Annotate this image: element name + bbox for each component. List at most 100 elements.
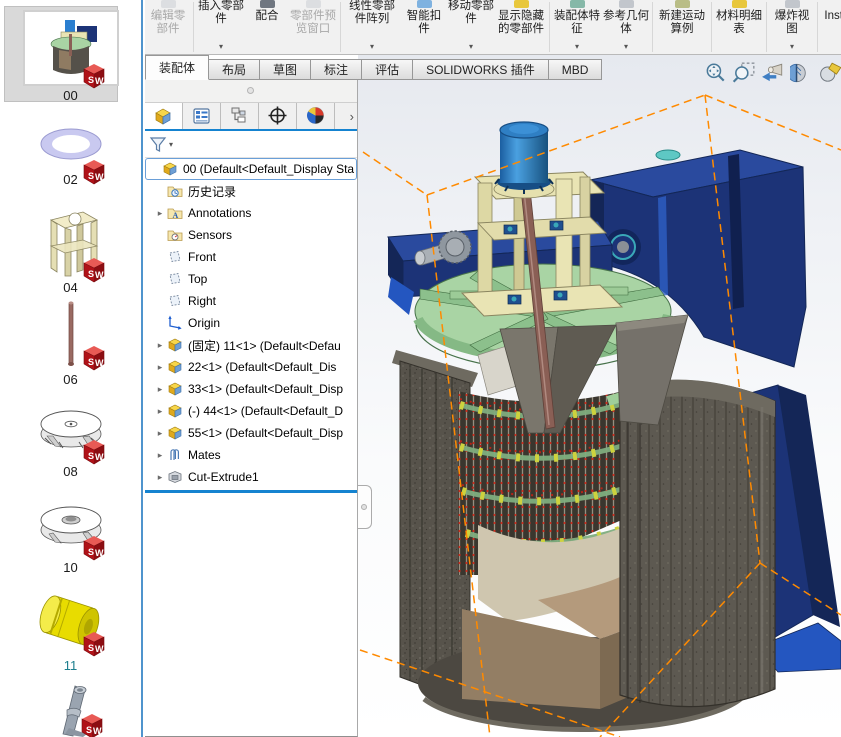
mate-button[interactable]: 配合 xyxy=(246,0,288,54)
reference-geometry-button[interactable]: 参考几何体 ▾ xyxy=(602,0,650,54)
tree-row-component-33[interactable]: ▸ 33<1> (Default<Default_Disp xyxy=(145,378,357,400)
section-view-icon[interactable] xyxy=(790,61,814,85)
assembly-features-icon xyxy=(570,0,585,8)
panel-flyout-expand[interactable]: › xyxy=(335,103,357,129)
sidebar-file-label: 10 xyxy=(0,560,141,575)
tab-layout[interactable]: 布局 xyxy=(209,59,260,80)
filter-funnel-icon xyxy=(149,136,167,153)
model-tank-shell-right[interactable] xyxy=(608,380,775,707)
panel-resize-knob[interactable] xyxy=(247,87,254,94)
file-thumbnail-sidebar: 00 02 04 xyxy=(0,0,143,737)
tree-row-component-22[interactable]: ▸ 22<1> (Default<Default_Dis xyxy=(145,356,357,378)
tree-row-right-plane[interactable]: Right xyxy=(145,290,357,312)
tab-sketch[interactable]: 草图 xyxy=(260,59,311,80)
featuremanager-panel: › ▾ 00 (Default<Default_Display Sta 历史记录… xyxy=(145,80,358,737)
tree-row-sensors[interactable]: Sensors xyxy=(145,224,357,246)
edit-component-button[interactable]: 编辑零部件 xyxy=(145,0,191,54)
panel-collapse-handle[interactable] xyxy=(358,485,372,529)
expand-caret-icon[interactable]: ▸ xyxy=(153,428,167,439)
sidebar-file-label: 02 xyxy=(0,172,141,187)
expand-caret-icon[interactable]: ▸ xyxy=(153,208,167,219)
sidebar-file-02[interactable]: 02 xyxy=(0,118,141,187)
viewport-3d[interactable] xyxy=(358,55,841,737)
ribbon-group-separator xyxy=(340,2,341,52)
instant3d-button[interactable]: Instant3D xyxy=(820,0,841,54)
tree-row-mates[interactable]: ▸ Mates xyxy=(145,444,357,466)
dropdown-caret-icon[interactable]: ▾ xyxy=(447,40,495,53)
show-hidden-components-button[interactable]: 显示隐藏的零部件 xyxy=(495,0,547,54)
viewport-canvas[interactable] xyxy=(358,55,841,737)
tab-evaluate[interactable]: 评估 xyxy=(362,59,413,80)
ribbon-group-separator xyxy=(766,2,767,52)
ribbon-group-separator xyxy=(711,2,712,52)
previous-view-icon[interactable] xyxy=(761,61,785,85)
expand-caret-icon[interactable]: ▸ xyxy=(153,450,167,461)
motion-study-icon xyxy=(675,0,690,8)
dropdown-caret-icon[interactable]: ▾ xyxy=(769,40,815,53)
filter-caret-icon[interactable]: ▾ xyxy=(169,140,173,149)
dropdown-caret-icon[interactable]: ▾ xyxy=(602,40,650,53)
tree-row-top-plane[interactable]: Top xyxy=(145,268,357,290)
tree-row-cut-extrude1[interactable]: ▸ Cut-Extrude1 xyxy=(145,466,357,488)
tree-row-origin[interactable]: Origin xyxy=(145,312,357,334)
smart-fastener-button[interactable]: 智能扣件 xyxy=(401,0,447,54)
tree-row-assembly-root[interactable]: 00 (Default<Default_Display Sta xyxy=(145,158,357,180)
linear-pattern-button[interactable]: 线性零部件阵列 ▾ xyxy=(343,0,401,54)
tab-assembly[interactable]: 装配体 xyxy=(145,55,209,80)
dropdown-caret-icon[interactable]: ▾ xyxy=(196,40,246,53)
edit-appearance-icon[interactable] xyxy=(819,61,841,85)
exploded-view-button[interactable]: 爆炸视图 ▾ xyxy=(769,0,815,54)
component-preview-icon xyxy=(306,0,321,8)
expand-caret-icon[interactable]: ▸ xyxy=(153,384,167,395)
sidebar-file-04[interactable]: 04 xyxy=(0,206,141,295)
tree-row-history[interactable]: 历史记录 xyxy=(145,180,357,202)
tree-row-front-plane[interactable]: Front xyxy=(145,246,357,268)
zoom-to-area-icon[interactable] xyxy=(732,61,756,85)
sidebar-file-00[interactable]: 00 xyxy=(0,10,141,103)
splitter-grip-icon xyxy=(361,504,367,510)
insert-component-button[interactable]: 插入零部件 ▾ xyxy=(196,0,246,54)
expand-caret-icon[interactable]: ▸ xyxy=(153,406,167,417)
component-preview-button[interactable]: 零部件预览窗口 xyxy=(288,0,338,54)
bom-icon xyxy=(732,0,747,8)
expand-caret-icon[interactable]: ▸ xyxy=(153,340,167,351)
expand-caret-icon[interactable]: ▸ xyxy=(153,362,167,373)
tree-row-component-11[interactable]: ▸ (固定) 11<1> (Default<Defau xyxy=(145,334,357,356)
exploded-view-icon xyxy=(785,0,800,8)
tree-row-component-44[interactable]: ▸ (-) 44<1> (Default<Default_D xyxy=(145,400,357,422)
rollback-bar[interactable] xyxy=(145,490,357,493)
tab-markup[interactable]: 标注 xyxy=(311,59,362,80)
feature-tree: 00 (Default<Default_Display Sta 历史记录 ▸ A… xyxy=(145,158,357,488)
featuremanager-tab[interactable] xyxy=(145,103,183,129)
heads-up-view-toolbar xyxy=(703,61,841,85)
tab-solidworks-addins[interactable]: SOLIDWORKS 插件 xyxy=(413,59,549,80)
sidebar-file-08[interactable]: 08 xyxy=(0,398,141,479)
sidebar-file-10[interactable]: 10 xyxy=(0,494,141,575)
motion-study-button[interactable]: 新建运动算例 xyxy=(655,0,709,54)
sw-file-badge-icon xyxy=(80,630,108,658)
bom-button[interactable]: 材料明细表 xyxy=(714,0,764,54)
dropdown-caret-icon[interactable]: ▾ xyxy=(343,40,401,53)
configurationmanager-tab[interactable] xyxy=(221,103,259,129)
sidebar-file-06[interactable]: 06 xyxy=(0,300,141,387)
model-motor[interactable] xyxy=(494,122,554,198)
tree-row-component-55[interactable]: ▸ 55<1> (Default<Default_Disp xyxy=(145,422,357,444)
dimxpert-tab[interactable] xyxy=(259,103,297,129)
expand-caret-icon[interactable]: ▸ xyxy=(153,472,167,483)
sidebar-file-partial[interactable] xyxy=(0,684,141,737)
displaymanager-tab[interactable] xyxy=(297,103,335,129)
assembly-features-button[interactable]: 装配体特征 ▾ xyxy=(552,0,602,54)
sidebar-file-11[interactable]: 11 xyxy=(0,588,141,673)
tab-mbd[interactable]: MBD xyxy=(549,59,603,80)
sidebar-file-label: 08 xyxy=(0,464,141,479)
mate-paperclip-icon xyxy=(260,0,275,8)
ribbon-toolbar: 编辑零部件 插入零部件 ▾ 配合 零部件预览窗口 线性零部件阵列 ▾ 智能扣件 … xyxy=(145,0,841,55)
tree-row-annotations[interactable]: ▸ Annotations xyxy=(145,202,357,224)
sw-file-badge-icon xyxy=(80,534,108,562)
dropdown-caret-icon[interactable]: ▾ xyxy=(552,40,602,53)
propertymanager-tab[interactable] xyxy=(183,103,221,129)
sw-file-badge-icon xyxy=(80,62,108,90)
zoom-to-fit-icon[interactable] xyxy=(703,61,727,85)
move-component-button[interactable]: 移动零部件 ▾ xyxy=(447,0,495,54)
tree-filter-bar[interactable]: ▾ xyxy=(145,131,357,158)
